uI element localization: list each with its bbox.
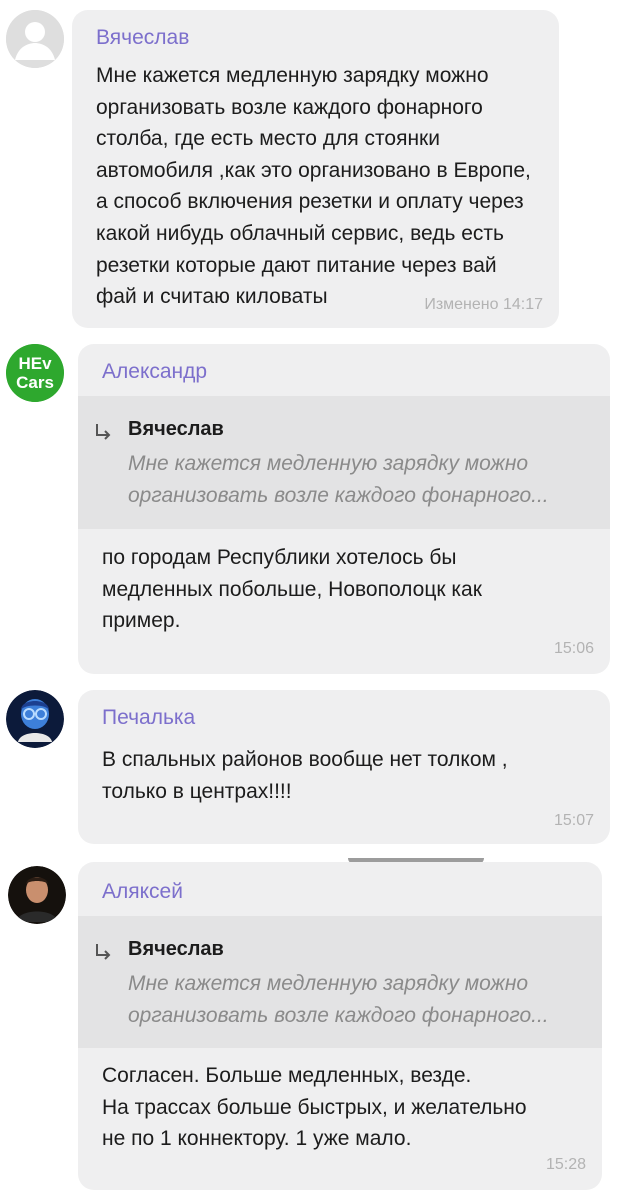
avatar-aleksandr[interactable]: HEv Cars bbox=[6, 344, 64, 402]
hev-cars-logo-icon: HEv Cars bbox=[6, 344, 64, 402]
avatar-alyaksei[interactable] bbox=[8, 866, 66, 924]
svg-text:HEv: HEv bbox=[18, 354, 52, 373]
message-bubble[interactable]: Александр Вячеслав Мне кажется медленную… bbox=[78, 344, 610, 674]
reply-quote[interactable]: Вячеслав Мне кажется медленную зарядку м… bbox=[78, 916, 602, 1048]
svg-text:Cars: Cars bbox=[16, 373, 54, 392]
message-text: по городам Республики хотелось бы медлен… bbox=[102, 546, 482, 633]
sender-name[interactable]: Александр bbox=[102, 360, 207, 384]
message-text: Согласен. Больше медленных, везде. На тр… bbox=[102, 1064, 527, 1151]
message-time: 15:28 bbox=[545, 1156, 586, 1173]
reply-text: Мне кажется медленную зарядку можно орга… bbox=[128, 972, 549, 1027]
sender-name[interactable]: Аляксей bbox=[102, 880, 183, 904]
message-bubble[interactable]: Вячеслав Мне кажется медленную зарядку м… bbox=[72, 10, 559, 328]
person-photo-icon bbox=[8, 866, 66, 924]
message-text: Мне кажется медленную зарядку можно орга… bbox=[96, 64, 531, 309]
blue-character-icon bbox=[6, 690, 64, 748]
avatar-vyacheslav[interactable] bbox=[6, 10, 64, 68]
sender-name[interactable]: Печалька bbox=[102, 706, 195, 730]
reply-quote[interactable]: Вячеслав Мне кажется медленную зарядку м… bbox=[78, 396, 610, 529]
message-bubble[interactable]: Аляксей Вячеслав Мне кажется медленную з… bbox=[78, 862, 602, 1190]
reply-text: Мне кажется медленную зарядку можно орга… bbox=[128, 452, 549, 507]
reply-arrow-icon bbox=[96, 944, 111, 960]
message-text: В спальных районов вообще нет толком , т… bbox=[102, 748, 508, 803]
reply-author: Вячеслав bbox=[128, 938, 224, 960]
reply-author: Вячеслав bbox=[128, 418, 224, 440]
avatar-pechalka[interactable] bbox=[6, 690, 64, 748]
default-user-icon bbox=[6, 10, 64, 68]
message-time: 15:06 bbox=[553, 640, 594, 657]
message-time: 15:07 bbox=[553, 812, 594, 829]
reply-arrow-icon bbox=[96, 424, 111, 440]
message-bubble[interactable]: Печалька В спальных районов вообще нет т… bbox=[78, 690, 610, 844]
sender-name[interactable]: Вячеслав bbox=[96, 26, 189, 50]
message-time: Изменено 14:17 bbox=[424, 296, 543, 313]
